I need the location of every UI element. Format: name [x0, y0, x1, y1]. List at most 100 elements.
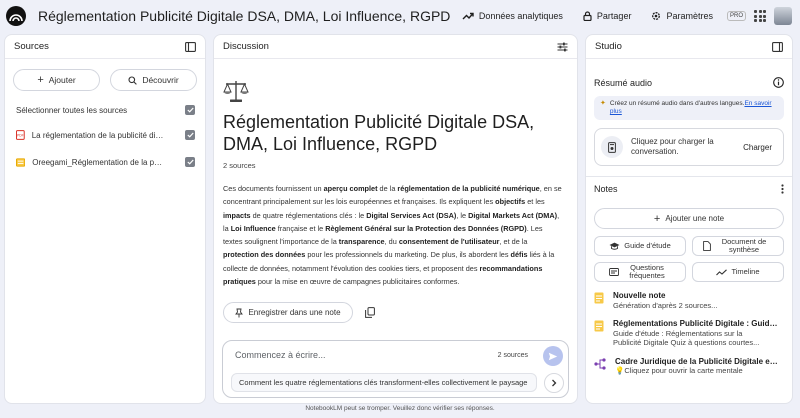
summary-run: de la [377, 184, 398, 193]
apps-grid-icon[interactable] [754, 10, 766, 22]
gear-icon [652, 12, 661, 20]
audio-overview-title: Résumé audio [594, 77, 653, 88]
note-icon [594, 320, 604, 332]
discover-search-icon [128, 75, 138, 85]
summary-run: et les [525, 197, 545, 207]
collapse-panel-icon[interactable] [772, 41, 783, 52]
save-to-note-button[interactable]: Enregistrer dans une note [223, 302, 353, 324]
chevron-right-icon [552, 379, 557, 387]
settings-label: Paramètres [666, 11, 713, 21]
summary-run: pour la mise en œuvre de campagnes publi… [255, 277, 460, 287]
audio-file-icon [601, 136, 623, 158]
note-icon [594, 292, 604, 304]
select-all-row[interactable]: Sélectionner toutes les sources [5, 91, 205, 115]
pin-icon [235, 308, 244, 318]
summary-bold-term: Règlement Général sur la Protection des … [325, 223, 527, 233]
discover-button[interactable]: Découvrir [110, 69, 197, 91]
summary-bold-term: défis [510, 250, 528, 260]
add-source-button[interactable]: + Ajouter [13, 69, 100, 91]
load-conversation-card[interactable]: Cliquez pour charger la conversation. Ch… [594, 128, 784, 166]
next-suggestion-button[interactable] [544, 373, 564, 393]
text-document-icon [16, 157, 26, 167]
note-subtitle: Génération d'après 2 sources... [613, 300, 718, 310]
share-button[interactable]: Partager [577, 5, 638, 27]
info-icon[interactable] [773, 77, 784, 88]
audio-info-text: Créez un résumé audio dans d'autres lang… [609, 100, 745, 107]
svg-text:PDF: PDF [17, 133, 23, 137]
send-button[interactable] [543, 346, 563, 366]
source-checkbox[interactable] [185, 130, 195, 140]
faq-button[interactable]: Questions fréquentes [594, 262, 686, 282]
lightbulb-icon: 💡 [615, 366, 625, 375]
document-title: Réglementation Publicité Digitale DSA, D… [223, 112, 535, 154]
summary-run: française et le [275, 223, 326, 233]
sources-panel: Sources + Ajouter Découvrir Sélectionner… [4, 34, 206, 404]
studio-panel: Studio Résumé audio ✦ Créez un résumé au… [585, 34, 793, 404]
source-item[interactable]: Oreegami_Réglementation de la public... [5, 155, 205, 169]
source-count: 2 sources [223, 161, 256, 170]
select-all-checkbox[interactable] [185, 105, 195, 115]
notebook-title[interactable]: Réglementation Publicité Digitale DSA, D… [38, 8, 450, 24]
audio-info-banner: ✦ Créez un résumé audio dans d'autres la… [594, 96, 784, 120]
load-conversation-text: Cliquez pour charger la conversation. [631, 137, 714, 156]
sources-title: Sources [14, 41, 49, 52]
briefing-doc-button[interactable]: Document de synthèse [692, 236, 784, 256]
discussion-title: Discussion [223, 41, 269, 52]
chat-input[interactable]: Commencez à écrire... [235, 350, 326, 360]
source-name: Oreegami_Réglementation de la public... [32, 157, 166, 167]
summary-run: pour les professionnels du marketing. De… [305, 250, 511, 260]
note-title: Réglementations Publicité Digitale : Gui… [613, 319, 778, 328]
mind-map-icon [594, 357, 606, 370]
avatar[interactable] [774, 7, 792, 25]
more-vert-icon[interactable] [781, 184, 784, 194]
note-item[interactable]: Réglementations Publicité Digitale : Gui… [594, 319, 784, 348]
top-bar: Réglementation Publicité Digitale DSA, D… [0, 0, 800, 33]
note-item[interactable]: Nouvelle note Génération d'après 2 sourc… [594, 291, 784, 310]
summary-run: , le [456, 210, 469, 220]
chat-composer: Commencez à écrire... 2 sources Comment … [222, 340, 569, 398]
summary-run: Ces documents fournissent un [223, 184, 324, 193]
timeline-button[interactable]: Timeline [692, 262, 784, 282]
tune-icon[interactable] [557, 42, 568, 52]
load-button[interactable]: Charger [738, 140, 777, 155]
send-icon [548, 352, 558, 360]
summary-bold-term: protection des données [223, 250, 306, 260]
analytics-label: Données analytiques [478, 11, 563, 21]
source-item[interactable]: PDF La réglementation de la publicité di… [5, 128, 205, 142]
tool-label: Timeline [731, 266, 760, 276]
summary-run: , et de la [499, 237, 528, 247]
copy-icon[interactable] [365, 307, 375, 319]
source-checkbox[interactable] [185, 157, 195, 167]
summary-bold-term: Digital Services Act (DSA) [366, 210, 457, 220]
note-subtitle-2: Publicité Digitale Quiz à questions cour… [613, 338, 760, 347]
select-all-label: Sélectionner toutes les sources [16, 105, 128, 115]
plus-icon: + [37, 74, 44, 86]
sparkle-icon: ✦ [600, 100, 606, 107]
save-note-label: Enregistrer dans une note [248, 308, 341, 318]
divider [586, 176, 792, 177]
analytics-button[interactable]: Données analytiques [456, 5, 569, 27]
summary-run: de quatre réglementations clés : le [250, 210, 367, 220]
notebooklm-logo[interactable] [6, 6, 26, 26]
studio-title: Studio [595, 41, 622, 52]
add-note-button[interactable]: + Ajouter une note [594, 208, 784, 229]
tool-label: Guide d'étude [624, 240, 671, 250]
source-name: La réglementation de la publicité digit.… [31, 130, 166, 140]
plus-icon: + [653, 212, 661, 225]
summary-bold-term: impacts [223, 210, 251, 220]
graduation-cap-icon [609, 242, 620, 250]
summary-bold-term: Digital Markets Act (DMA) [468, 210, 558, 220]
pro-badge: PRO [726, 11, 746, 21]
suggested-question[interactable]: Comment les quatre réglementations clés … [231, 373, 537, 392]
settings-button[interactable]: Paramètres [645, 5, 719, 27]
timeline-icon [716, 268, 728, 275]
note-item[interactable]: Cadre Juridique de la Publicité Digitale… [594, 357, 784, 376]
document-icon [703, 241, 711, 251]
disclaimer-footer: NotebookLM peut se tromper. Veuillez don… [305, 405, 495, 412]
summary-text: Ces documents fournissent un aperçu comp… [223, 182, 563, 288]
add-note-label: Ajouter une note [665, 214, 725, 223]
tool-label: Questions fréquentes [629, 262, 665, 280]
study-guide-button[interactable]: Guide d'étude [594, 236, 686, 256]
collapse-panel-icon[interactable] [185, 41, 196, 52]
note-title: Nouvelle note [613, 291, 666, 300]
